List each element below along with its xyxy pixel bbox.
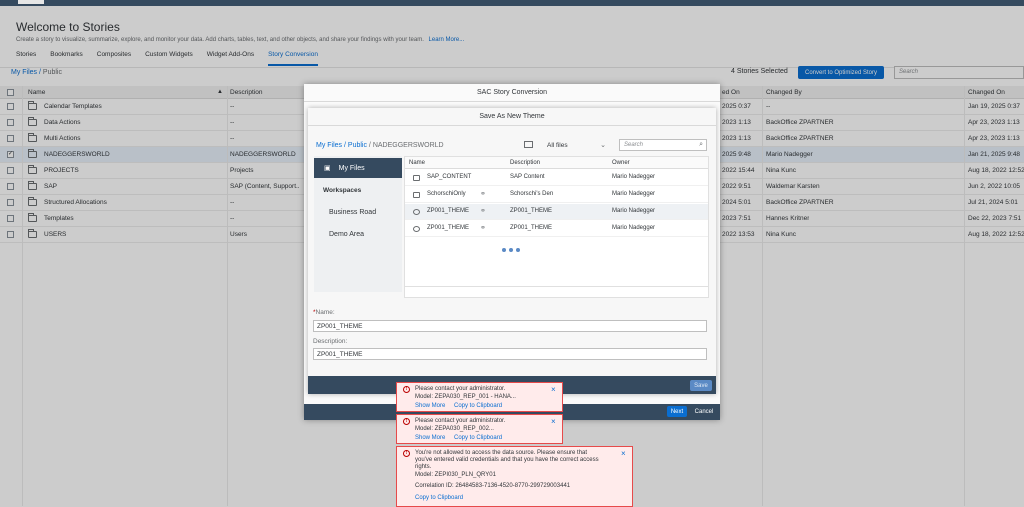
dialog-title: SAC Story Conversion (304, 84, 720, 102)
error-icon: ! (403, 418, 410, 425)
col-file-owner[interactable]: Owner (612, 160, 630, 166)
nav-business-road-label: Business Road (329, 208, 377, 216)
inner-dialog-title: Save As New Theme (308, 108, 716, 126)
next-button[interactable]: Next (667, 406, 687, 417)
loading-dot (516, 248, 520, 252)
col-file-name[interactable]: Name (409, 160, 425, 166)
close-icon[interactable]: × (551, 385, 556, 394)
close-icon[interactable]: × (621, 449, 626, 458)
file-table-header: Name Description Owner (405, 157, 708, 169)
file-owner: Mario Nadegger (612, 191, 656, 197)
nav-demo-area[interactable]: Demo Area (314, 224, 402, 244)
error-icon: ! (403, 386, 410, 393)
name-label: *Name: (313, 309, 335, 316)
file-row[interactable]: ZP001_THEME ⚭ ZP001_THEME Mario Nadegger (405, 221, 708, 237)
toast-model: Model: ZEPI030_PLN_QRY01 (415, 472, 496, 478)
loading-indicator (502, 248, 520, 252)
loading-dot (509, 248, 513, 252)
file-name[interactable]: ZP001_THEME (427, 208, 469, 214)
name-label-text: Name: (315, 309, 335, 316)
inner-search-placeholder: Search (624, 142, 644, 148)
nav-workspaces-label: Workspaces (323, 186, 362, 194)
file-description: SAP Content (510, 174, 545, 180)
inner-breadcrumb-current: NADEGGERSWORLD (372, 142, 444, 149)
nav-my-files[interactable]: ▣ My Files (314, 158, 402, 178)
toast-model: Model: ZEPA030_REP_002... (415, 426, 494, 432)
show-more-link[interactable]: Show More (415, 435, 445, 441)
toast-message: Please contact your administrator. (415, 386, 506, 392)
name-input[interactable]: ZP001_THEME (313, 320, 707, 332)
new-folder-icon[interactable] (524, 141, 533, 148)
description-input[interactable]: ZP001_THEME (313, 348, 707, 360)
file-description: ZP001_THEME (510, 225, 553, 231)
copy-to-clipboard-link[interactable]: Copy to Clipboard (415, 495, 463, 501)
file-table-footer-line (404, 286, 709, 287)
share-icon: ⚭ (480, 208, 486, 215)
loading-dot (502, 248, 506, 252)
chevron-down-icon: ⌄ (600, 142, 606, 149)
search-icon[interactable]: ⌕ (699, 141, 703, 149)
show-more-link[interactable]: Show More (415, 403, 445, 409)
file-type-select[interactable]: All files ⌄ (544, 140, 608, 151)
file-row[interactable]: ZP001_THEME ⚭ ZP001_THEME Mario Nadegger (405, 204, 708, 220)
inner-breadcrumb-my-files[interactable]: My Files (316, 142, 342, 149)
file-browser-table: Name Description Owner SAP_CONTENT SAP Co… (404, 156, 709, 298)
nav-workspaces-header: Workspaces (314, 180, 402, 200)
file-description: ZP001_THEME (510, 208, 553, 214)
folder-icon (413, 192, 420, 198)
file-owner: Mario Nadegger (612, 208, 656, 214)
cancel-button[interactable]: Cancel (690, 406, 718, 417)
close-icon[interactable]: × (551, 417, 556, 426)
nav-demo-area-label: Demo Area (329, 230, 365, 238)
error-icon: ! (403, 450, 410, 457)
share-icon: ⚭ (480, 191, 486, 198)
file-row[interactable]: SAP_CONTENT SAP Content Mario Nadegger (405, 170, 708, 186)
file-name[interactable]: SAP_CONTENT (427, 174, 471, 180)
toast-model: Model: ZEPA030_REP_001 - HANA... (415, 394, 516, 400)
toast-message: rights. (415, 464, 432, 470)
inner-search-input[interactable]: Search ⌕ (619, 139, 707, 151)
col-file-description[interactable]: Description (510, 160, 540, 166)
toast-message: You're not allowed to access the data so… (415, 450, 588, 456)
error-toast: ! You're not allowed to access the data … (396, 446, 633, 507)
nav-my-files-label: My Files (338, 164, 365, 172)
file-owner: Mario Nadegger (612, 225, 656, 231)
sap-logo[interactable] (18, 0, 44, 4)
file-type-value: All files (547, 142, 568, 149)
save-button[interactable]: Save (690, 380, 712, 391)
error-toast: ! Please contact your administrator. Mod… (396, 414, 563, 444)
toast-correlation-id: Correlation ID: 26484583-7136-4520-8770-… (415, 483, 571, 489)
inner-breadcrumb-public[interactable]: Public (348, 142, 367, 149)
copy-to-clipboard-link[interactable]: Copy to Clipboard (454, 403, 502, 409)
files-icon: ▣ (324, 165, 331, 172)
theme-icon (413, 226, 420, 232)
folder-icon (413, 175, 420, 181)
file-description: Schorschi's Den (510, 191, 554, 197)
file-name[interactable]: SchorschiOnly (427, 191, 466, 197)
inner-breadcrumb: My Files / Public / NADEGGERSWORLD (316, 142, 444, 149)
file-side-nav: ▣ My Files Workspaces Business Road Demo… (314, 156, 402, 292)
theme-icon (413, 209, 420, 215)
nav-business-road[interactable]: Business Road (314, 202, 402, 222)
file-owner: Mario Nadegger (612, 174, 656, 180)
toast-message: you've entered valid credentials and tha… (415, 457, 599, 463)
file-name[interactable]: ZP001_THEME (427, 225, 469, 231)
toast-message: Please contact your administrator. (415, 418, 506, 424)
copy-to-clipboard-link[interactable]: Copy to Clipboard (454, 435, 502, 441)
file-row[interactable]: SchorschiOnly ⚭ Schorschi's Den Mario Nadeg… (405, 187, 708, 203)
description-label: Description: (313, 338, 348, 345)
error-toast: ! Please contact your administrator. Mod… (396, 382, 563, 412)
share-icon: ⚭ (480, 225, 486, 232)
